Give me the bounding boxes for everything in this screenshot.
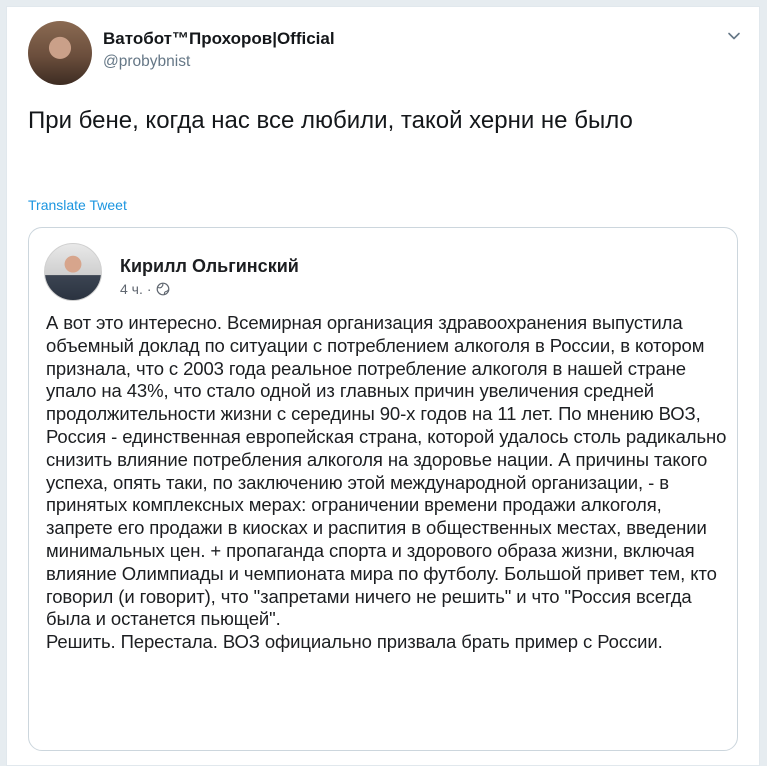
tweet-text: При бене, когда нас все любили, такой хе… [28,107,633,134]
post-meta: 4 ч. · [120,281,170,297]
post-meta-separator: · [146,281,152,297]
author-avatar[interactable] [28,21,92,85]
post-time: 4 ч. [120,281,143,297]
globe-icon [156,282,169,296]
post-body-main: А вот это интересно. Всемирная организац… [46,312,727,630]
tweet-card: Ватобот™Прохоров|Official @probybnist Пр… [6,6,760,766]
post-body: А вот это интересно. Всемирная организац… [46,312,730,654]
author-name[interactable]: Ватобот™Прохоров|Official [103,29,335,49]
embedded-post: Кирилл Ольгинский 4 ч. · А вот это интер… [28,227,738,751]
post-body-tail: Решить. Перестала. ВОЗ официально призва… [46,631,663,653]
author-handle[interactable]: @probybnist [103,53,190,71]
post-author-avatar [44,243,102,301]
translate-tweet-link[interactable]: Translate Tweet [28,197,127,213]
chevron-down-icon[interactable] [727,29,741,43]
post-author-name: Кирилл Ольгинский [120,256,299,276]
